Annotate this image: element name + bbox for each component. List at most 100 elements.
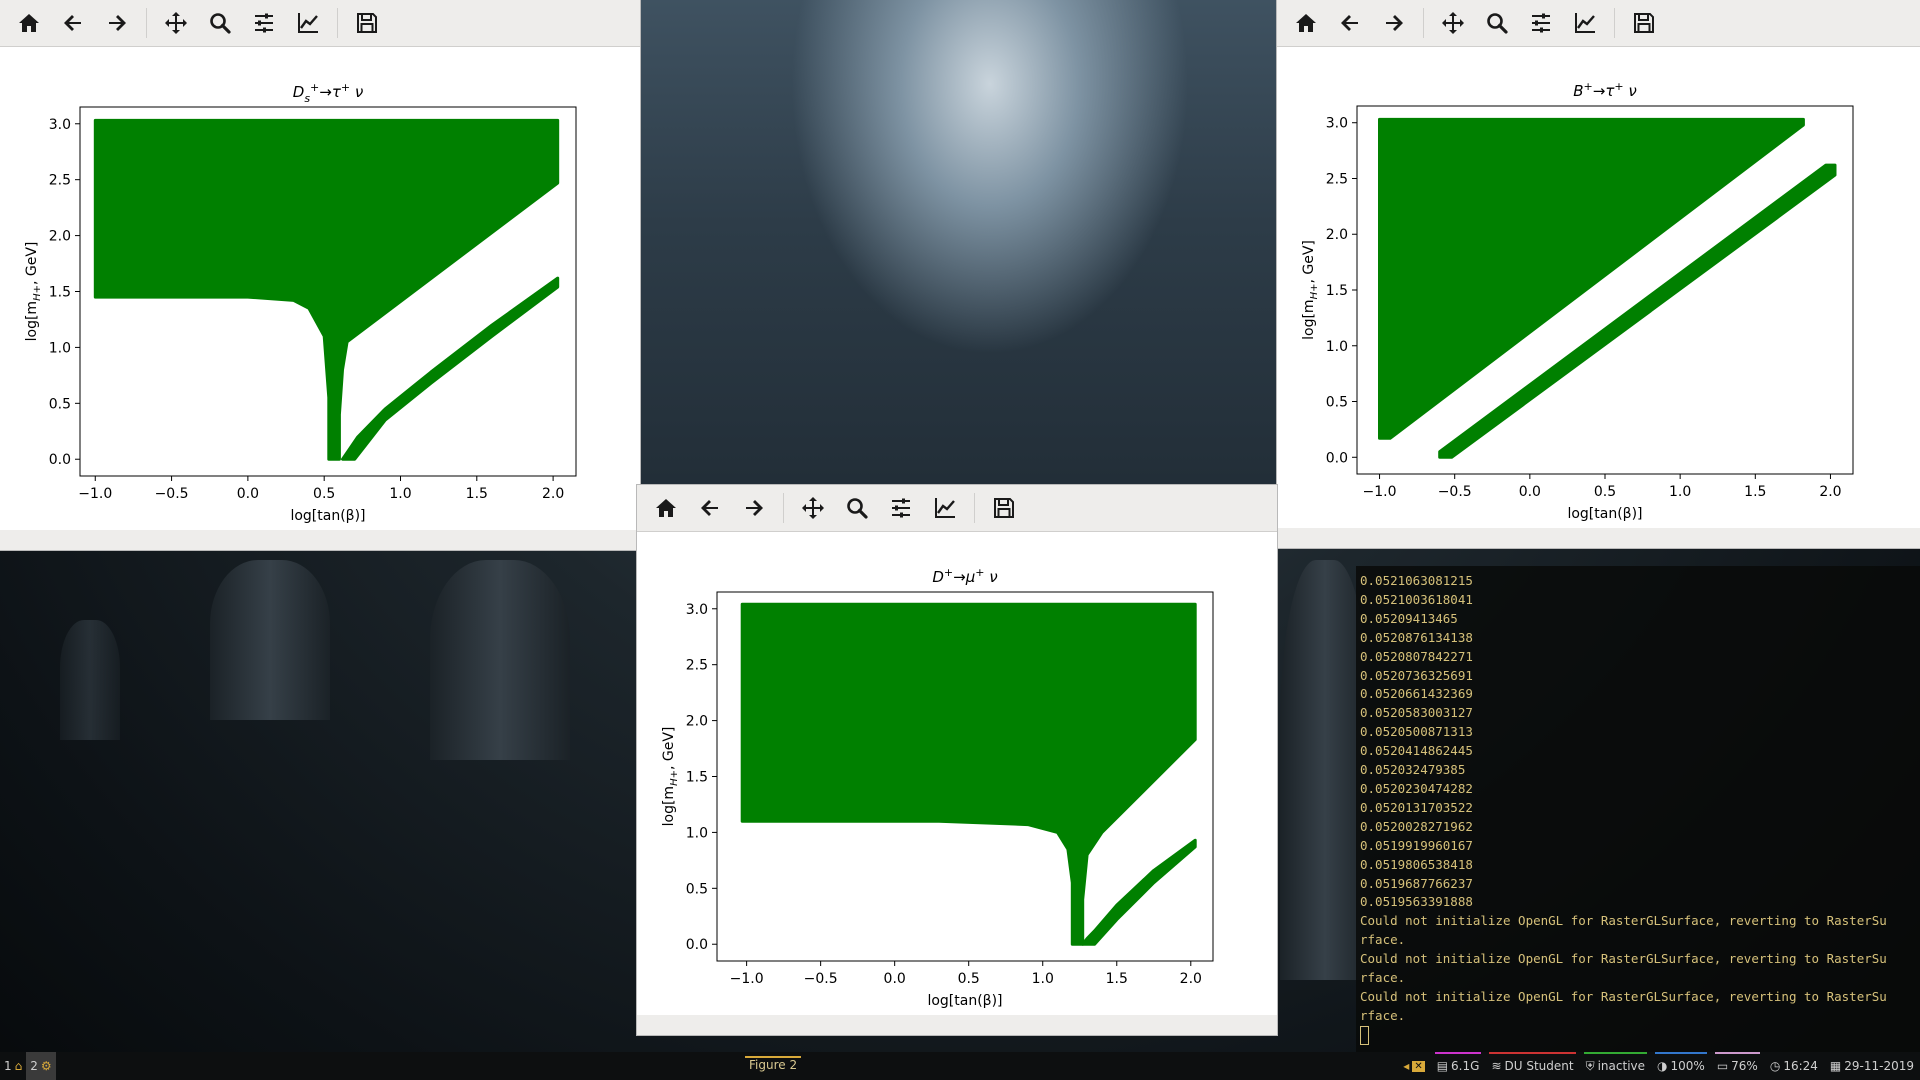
terminal-window[interactable]: 0.0521063081215 0.0521003618041 0.05209413…	[1356, 566, 1920, 1052]
network-name: DU Student	[1504, 1059, 1574, 1073]
y-tick-label: 0.0	[1326, 450, 1348, 466]
wifi-icon: ≋	[1491, 1059, 1502, 1073]
wallpaper-forest-light	[640, 0, 1276, 560]
close-box-icon: ✕	[1412, 1060, 1425, 1072]
save-figure-button[interactable]	[348, 4, 386, 42]
x-tick-label: −1.0	[730, 971, 764, 987]
y-tick-label: 0.5	[686, 881, 708, 897]
pan-button[interactable]	[1434, 4, 1472, 42]
vpn-indicator-bar	[1583, 1052, 1648, 1054]
terminal-line: 0.0519687766237	[1360, 875, 1473, 891]
forward-button[interactable]	[98, 4, 136, 42]
save-figure-button[interactable]	[985, 489, 1023, 527]
terminal-line: Could not initialize OpenGL for RasterGL…	[1360, 988, 1887, 1004]
figure-window-b-tau-nu[interactable]: −1.0 −0.5 0.0 0.5 1.0 1.5 2.0 0.0 0.5 1.0 1.5 2.0 2.…	[1277, 0, 1920, 548]
save-icon	[994, 498, 1014, 518]
y-tick-label: 3.0	[1326, 116, 1348, 132]
calendar-icon: ▦	[1829, 1059, 1842, 1073]
back-button[interactable]	[691, 489, 729, 527]
x-tick-label: 2.0	[1819, 484, 1841, 500]
workspace-1-button[interactable]: 1 ⌂	[0, 1052, 26, 1080]
terminal-line: 0.0519806538418	[1360, 856, 1473, 872]
x-axis-label: log[tan(β)]	[927, 993, 1002, 1009]
clock-icon: ◷	[1769, 1059, 1781, 1073]
back-icon	[64, 15, 81, 31]
y-tick-label: 2.0	[49, 229, 71, 245]
active-window-title[interactable]: Figure 2	[745, 1056, 802, 1072]
y-tick-label: 0.5	[49, 396, 71, 412]
battery-status: ▭ 76%	[1714, 1052, 1760, 1080]
figure-toolbar	[1277, 0, 1920, 47]
y-tick-label: 2.5	[49, 173, 71, 189]
forward-icon	[746, 500, 763, 516]
terminal-line: 0.0520230474282	[1360, 780, 1473, 796]
toolbar-separator	[337, 8, 338, 38]
edit-axes-button[interactable]	[289, 4, 327, 42]
y-tick-label: 0.0	[49, 452, 71, 468]
home-icon: ⌂	[14, 1059, 23, 1073]
zoom-button[interactable]	[838, 489, 876, 527]
network-indicator-bar	[1489, 1052, 1576, 1054]
back-icon	[1341, 15, 1358, 31]
network-status: ≋ DU Student	[1489, 1052, 1576, 1080]
plot-canvas[interactable]: −1.0 −0.5 0.0 0.5 1.0 1.5 2.0 0.0 0.5 1.0 1.5 2.0 2.…	[0, 46, 640, 530]
forward-icon	[109, 15, 126, 31]
x-tick-label: 1.0	[1669, 484, 1691, 500]
terminal-line: Could not initialize OpenGL for RasterGL…	[1360, 951, 1887, 967]
terminal-prompt[interactable]	[1360, 1025, 1920, 1045]
save-figure-button[interactable]	[1625, 4, 1663, 42]
y-tick-label: 1.5	[49, 285, 71, 301]
zoom-icon	[847, 498, 868, 519]
configure-subplots-button[interactable]	[882, 489, 920, 527]
battery-indicator-bar	[1714, 1052, 1760, 1054]
plot-canvas[interactable]: −1.0 −0.5 0.0 0.5 1.0 1.5 2.0 0.0 0.5 1.0 1.5 2.0 2.…	[637, 531, 1277, 1015]
figure-statusbar	[1277, 528, 1920, 548]
figure-statusbar	[637, 1015, 1277, 1035]
configure-icon	[892, 498, 910, 518]
edit-axes-button[interactable]	[926, 489, 964, 527]
data-region-2	[1081, 838, 1197, 946]
back-button[interactable]	[54, 4, 92, 42]
plot-title: B+→τ+ ν	[1573, 80, 1637, 100]
terminal-line: 0.0521063081215	[1360, 573, 1473, 588]
x-tick-label: 1.0	[389, 486, 411, 502]
terminal-output: 0.0521063081215 0.0521003618041 0.05209413…	[1360, 572, 1920, 1026]
x-tick-label: 1.5	[466, 486, 488, 502]
pan-button[interactable]	[794, 489, 832, 527]
pan-icon	[165, 12, 187, 34]
status-bar: ◂ ✕ ▤ 6.1G ≋ DU Student ⛨ inactive ◑ 100…	[1401, 1052, 1916, 1080]
x-tick-label: 1.0	[1032, 971, 1054, 987]
tray-icons[interactable]: ◂ ✕	[1401, 1052, 1426, 1080]
terminal-line: Could not initialize OpenGL for RasterGL…	[1360, 913, 1887, 929]
configure-subplots-button[interactable]	[245, 4, 283, 42]
y-axis-label: log[mH+, GeV]	[661, 727, 680, 827]
home-button[interactable]	[10, 4, 48, 42]
edit-axes-icon	[935, 498, 955, 518]
plot-canvas[interactable]: −1.0 −0.5 0.0 0.5 1.0 1.5 2.0 0.0 0.5 1.0 1.5 2.0 2.…	[1277, 46, 1920, 528]
forward-button[interactable]	[735, 489, 773, 527]
forward-button[interactable]	[1375, 4, 1413, 42]
terminal-line: 0.0520028271962	[1360, 818, 1473, 834]
calendar: ▦ 29-11-2019	[1828, 1052, 1916, 1080]
configure-subplots-button[interactable]	[1522, 4, 1560, 42]
edit-axes-button[interactable]	[1566, 4, 1604, 42]
workspace-2-button[interactable]: 2 ⚙	[26, 1052, 56, 1080]
figure-window-ds-tau-nu[interactable]: −1.0 −0.5 0.0 0.5 1.0 1.5 2.0 0.0 0.5 1.0 1.5 2.0 2.…	[0, 0, 640, 550]
back-button[interactable]	[1331, 4, 1369, 42]
terminal-line: 0.0520414862445	[1360, 743, 1473, 759]
zoom-icon	[210, 13, 231, 34]
terminal-line: 0.0520131703522	[1360, 799, 1473, 815]
zoom-button[interactable]	[1478, 4, 1516, 42]
x-tick-label: 1.5	[1106, 971, 1128, 987]
figure-window-d-mu-nu[interactable]: −1.0 −0.5 0.0 0.5 1.0 1.5 2.0 0.0 0.5 1.0 1.5 2.0 2.…	[637, 485, 1277, 1035]
workspace-number: 2	[30, 1059, 38, 1073]
zoom-button[interactable]	[201, 4, 239, 42]
save-icon	[357, 13, 377, 33]
home-button[interactable]	[647, 489, 685, 527]
workspace-number: 1	[4, 1059, 12, 1073]
pan-button[interactable]	[157, 4, 195, 42]
y-tick-label: 3.0	[686, 602, 708, 618]
brightness-status: ◑ 100%	[1655, 1052, 1707, 1080]
home-button[interactable]	[1287, 4, 1325, 42]
data-region-1	[93, 118, 560, 461]
